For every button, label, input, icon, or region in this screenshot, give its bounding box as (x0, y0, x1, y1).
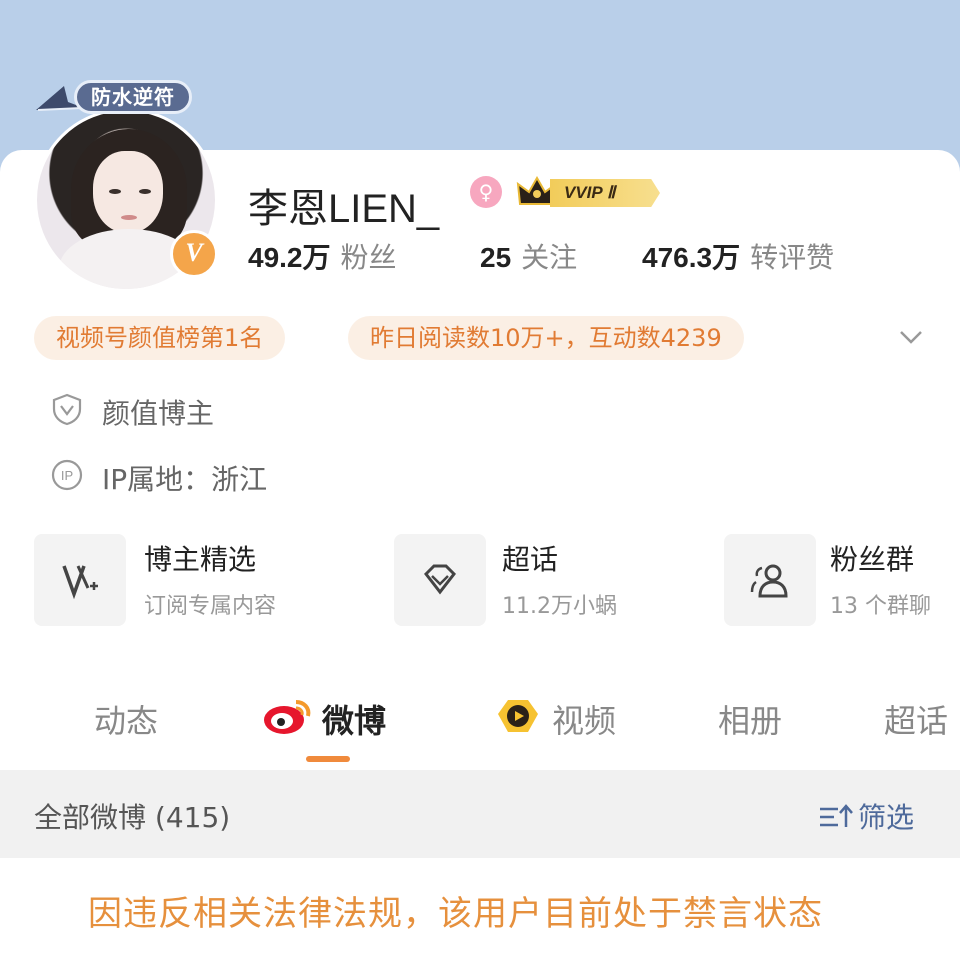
avatar-container[interactable]: 防水逆符 V (34, 80, 220, 292)
creator-picks-title[interactable]: 博主精选 (144, 538, 256, 578)
verified-badge-icon: V (170, 230, 218, 278)
ip-location-text: IP属地：浙江 (102, 463, 268, 496)
category-text: 颜值博主 (102, 397, 215, 430)
tab-dynamics[interactable]: 动态 (94, 696, 158, 742)
creator-picks-subtitle: 订阅专属内容 (144, 594, 277, 619)
stat-followers[interactable]: 49.2 万粉丝 (248, 236, 397, 274)
filter-button[interactable]: 筛选 (818, 796, 914, 836)
tab-supertopic[interactable]: 超话 (884, 696, 948, 742)
avatar-lip (121, 215, 137, 220)
fan-group-title[interactable]: 粉丝群 (830, 538, 914, 578)
stat-label: 转评赞 (750, 241, 835, 274)
avatar-sticker: 防水逆符 (74, 80, 192, 114)
filter-label: 筛选 (858, 801, 915, 834)
tab-album[interactable]: 相册 (718, 696, 782, 742)
weibo-logo-icon (264, 700, 311, 734)
active-tab-indicator (306, 756, 350, 762)
feed-title: 全部微博 (415) (34, 801, 231, 834)
diamond-icon (424, 564, 456, 595)
video-badge-icon (498, 700, 538, 732)
supertopic-title[interactable]: 超话 (502, 538, 558, 578)
svg-text:IP: IP (61, 468, 73, 483)
profile-name: 李恩LIEN_ (248, 187, 440, 231)
group-icon (750, 564, 788, 598)
stat-interactions[interactable]: 476.3 万转评赞 (642, 236, 834, 274)
avatar-eye (109, 189, 121, 194)
supertopic-subtitle: 11.2万小蜗 (502, 594, 617, 619)
stat-label: 粉丝 (340, 241, 397, 274)
stat-number: 49.2 (248, 242, 303, 273)
avatar-face (93, 151, 163, 233)
v-plus-icon (62, 565, 98, 600)
avatar-eye (139, 189, 151, 194)
tab-video[interactable]: 视频 (552, 696, 616, 742)
stat-unit: 万 (302, 241, 331, 274)
supertopic-tile[interactable] (394, 534, 486, 626)
ip-icon: IP (51, 459, 83, 491)
fan-group-tile[interactable] (724, 534, 816, 626)
stat-following[interactable]: 25 关注 (480, 236, 577, 274)
stat-number: 476.3 (642, 242, 713, 273)
filter-icon (820, 804, 853, 827)
muted-notice: 因违反相关法律法规，该用户目前处于禁言状态 (88, 894, 823, 934)
vvip-label: VVIP Ⅱ (550, 179, 660, 207)
creator-picks-tile[interactable] (34, 534, 126, 626)
chevron-down-icon[interactable] (896, 322, 926, 352)
stat-number: 25 (480, 242, 512, 273)
female-icon: ♀ (470, 176, 502, 208)
reading-stats-chip[interactable]: 昨日阅读数10万+，互动数4239 (348, 316, 744, 360)
stat-unit: 万 (712, 241, 741, 274)
shield-icon (52, 393, 82, 426)
tab-weibo[interactable]: 微博 (322, 696, 386, 742)
stat-label: 关注 (521, 241, 578, 274)
fan-group-subtitle: 13 个群聊 (830, 594, 931, 619)
ranking-chip[interactable]: 视频号颜值榜第1名 (34, 316, 286, 360)
